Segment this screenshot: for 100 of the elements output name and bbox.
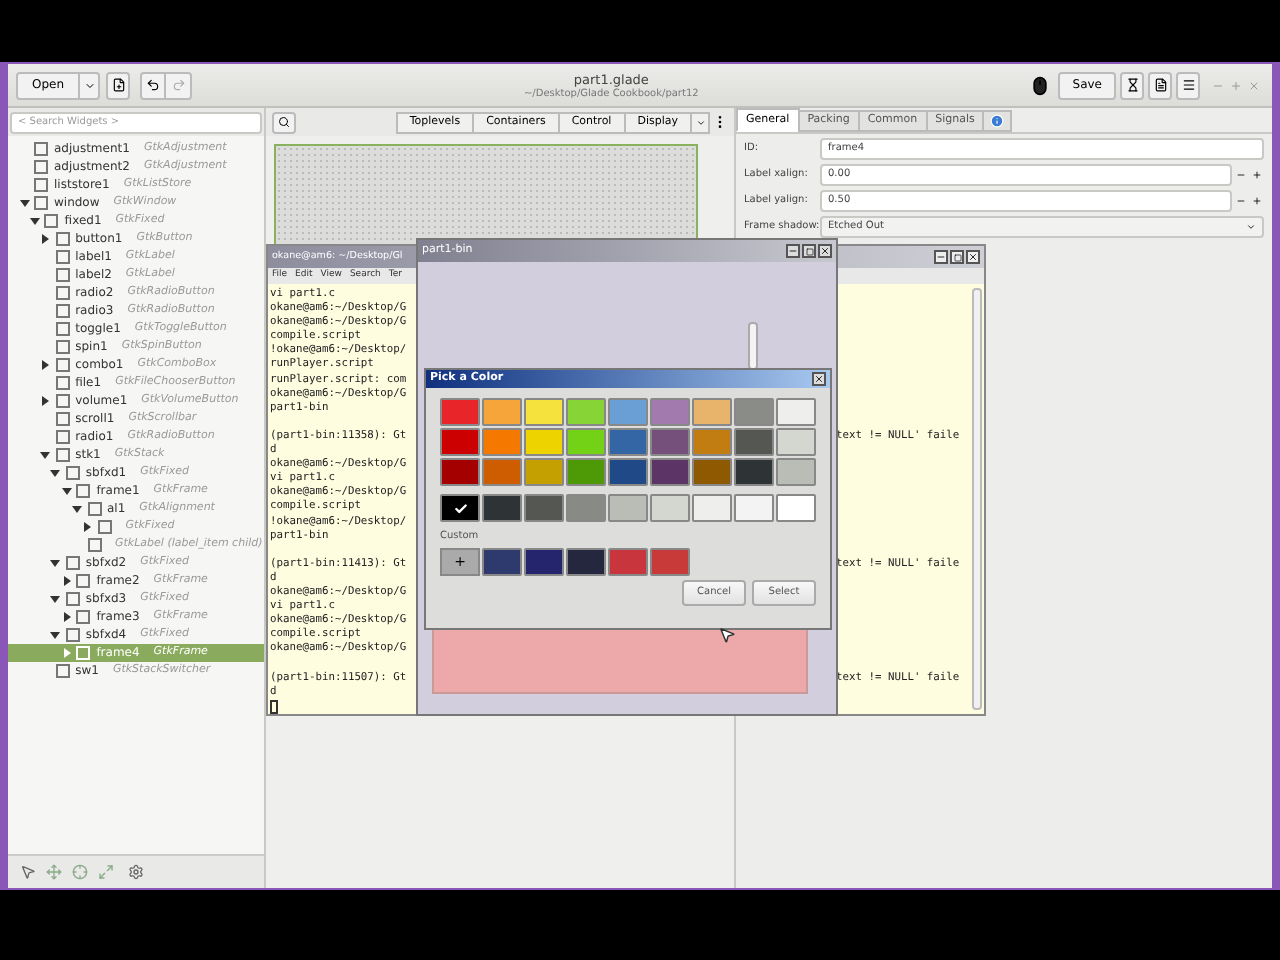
scrollbar[interactable] (972, 288, 982, 710)
expander-icon[interactable] (40, 234, 51, 244)
color-swatch[interactable] (440, 398, 480, 426)
plus-icon (1251, 170, 1261, 180)
color-swatch[interactable] (734, 458, 774, 486)
undo-button[interactable] (140, 71, 167, 99)
color-swatch[interactable] (608, 458, 648, 486)
hourglass-icon (1125, 78, 1139, 92)
move-icon[interactable] (46, 864, 62, 880)
color-swatch[interactable] (440, 428, 480, 456)
color-swatch[interactable] (650, 398, 690, 426)
color-swatch[interactable] (734, 398, 774, 426)
mouse-icon[interactable] (1030, 75, 1051, 95)
menu-icon (1181, 78, 1195, 92)
color-swatch[interactable] (482, 458, 522, 486)
color-swatch[interactable] (776, 458, 816, 486)
expander-icon[interactable] (29, 216, 40, 226)
maximize-button[interactable] (950, 250, 964, 264)
pointer-icon[interactable] (20, 864, 36, 880)
info-tab[interactable] (982, 110, 1013, 132)
color-swatch[interactable] (776, 494, 816, 522)
expander-icon[interactable] (61, 612, 72, 622)
new-file-button[interactable] (106, 71, 131, 99)
maximize-button[interactable] (802, 244, 816, 258)
maximize-icon (953, 253, 961, 261)
expander-icon[interactable] (50, 558, 61, 568)
info-icon (990, 114, 1005, 128)
expander-icon[interactable] (50, 594, 61, 604)
color-swatch[interactable] (482, 548, 522, 576)
color-swatch[interactable] (692, 398, 732, 426)
color-swatch[interactable] (650, 494, 690, 522)
color-swatch[interactable] (482, 398, 522, 426)
menu-button[interactable] (1176, 71, 1200, 99)
minimize-button[interactable] (934, 250, 948, 264)
hourglass-button[interactable] (1120, 71, 1144, 99)
check-icon (453, 501, 467, 515)
color-swatch[interactable] (524, 494, 564, 522)
plus-icon (1251, 196, 1261, 206)
color-swatch[interactable] (650, 458, 690, 486)
scroll-handle[interactable] (748, 322, 758, 370)
close-button[interactable] (812, 372, 826, 386)
gear-icon[interactable] (128, 864, 144, 880)
color-swatch[interactable] (440, 458, 480, 486)
minimize-icon (788, 246, 798, 256)
expander-icon[interactable] (50, 630, 61, 640)
minimize-button[interactable] (786, 244, 800, 258)
search-icon (278, 116, 290, 128)
color-swatch[interactable] (524, 458, 564, 486)
close-button[interactable] (818, 244, 832, 258)
minimize-icon (936, 252, 946, 262)
color-swatch[interactable] (734, 428, 774, 456)
color-swatch[interactable] (566, 494, 606, 522)
search-button[interactable] (272, 111, 296, 133)
expander-icon[interactable] (50, 468, 61, 478)
minus-icon (1235, 196, 1245, 206)
document-button[interactable] (1148, 71, 1172, 99)
color-swatch[interactable] (566, 398, 606, 426)
expander-icon[interactable] (19, 198, 29, 208)
new-file-icon (111, 78, 126, 92)
color-swatch[interactable] (608, 398, 648, 426)
crosshair-icon[interactable] (72, 864, 88, 880)
color-swatch[interactable] (776, 398, 816, 426)
color-swatch[interactable] (608, 548, 648, 576)
resize-icon[interactable] (98, 864, 114, 880)
color-swatch[interactable] (608, 494, 648, 522)
color-swatch[interactable] (566, 458, 606, 486)
caret-icon (1246, 222, 1256, 232)
color-swatch[interactable] (440, 494, 480, 522)
undo-icon (146, 78, 161, 92)
color-swatch[interactable] (524, 548, 564, 576)
color-swatch[interactable] (566, 548, 606, 576)
color-swatch[interactable] (776, 428, 816, 456)
text-cursor (270, 699, 278, 714)
close-button[interactable] (966, 250, 980, 264)
expander-icon[interactable] (72, 504, 82, 514)
minus-icon (1235, 170, 1245, 180)
color-swatch[interactable] (482, 494, 522, 522)
minimize-icon[interactable] (1212, 79, 1224, 91)
expander-icon[interactable] (40, 396, 51, 406)
color-swatch[interactable] (692, 494, 732, 522)
color-swatch[interactable] (482, 428, 522, 456)
maximize-icon (805, 247, 813, 255)
expander-icon[interactable] (61, 576, 72, 586)
expander-icon[interactable] (61, 486, 72, 496)
document-icon (1153, 78, 1167, 92)
expander-icon[interactable] (40, 450, 51, 460)
color-swatch[interactable] (524, 398, 564, 426)
expander-icon[interactable] (40, 360, 51, 370)
color-swatch[interactable] (692, 458, 732, 486)
color-swatch[interactable] (608, 428, 648, 456)
expander-icon[interactable] (82, 522, 93, 532)
maximize-icon[interactable] (1230, 79, 1242, 91)
color-swatch[interactable] (566, 428, 606, 456)
redo-icon (171, 78, 186, 92)
close-icon[interactable] (1248, 79, 1260, 91)
color-swatch[interactable] (650, 428, 690, 456)
color-swatch[interactable] (734, 494, 774, 522)
color-swatch[interactable] (692, 428, 732, 456)
color-swatch[interactable] (650, 548, 690, 576)
color-swatch[interactable] (524, 428, 564, 456)
